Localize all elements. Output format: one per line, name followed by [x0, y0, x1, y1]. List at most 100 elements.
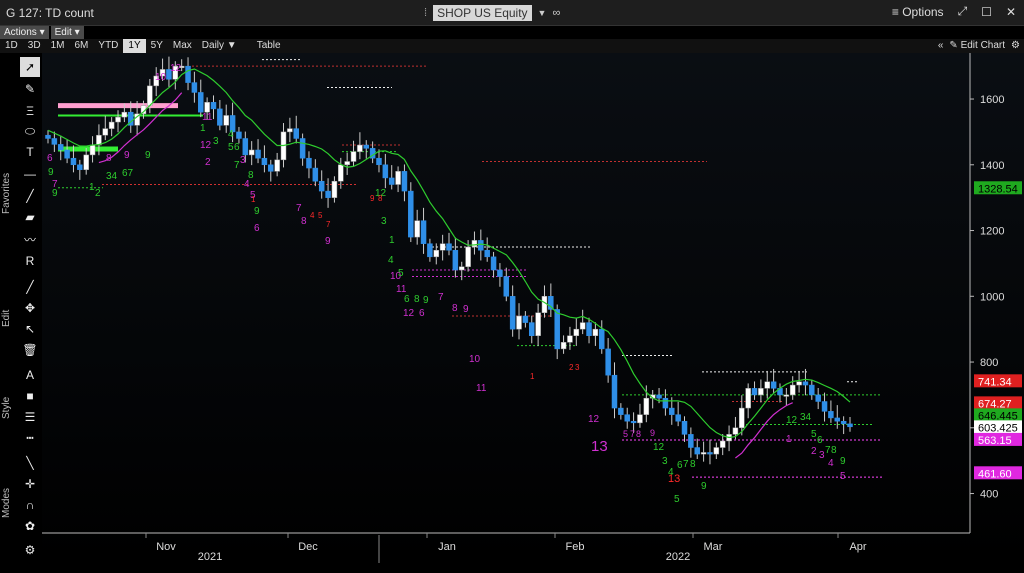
- range-ytd[interactable]: YTD: [93, 39, 123, 53]
- candle: [522, 315, 529, 323]
- candle: [223, 115, 229, 126]
- candle: [535, 312, 541, 336]
- popout-icon[interactable]: ⤢: [958, 4, 968, 19]
- edit-chart-button[interactable]: ✎ Edit Chart: [949, 39, 1005, 53]
- td-count-label: 8: [301, 216, 307, 227]
- y-tick-label: 400: [980, 489, 998, 501]
- horizontal-line-icon[interactable]: —: [20, 164, 40, 184]
- collapse-icon[interactable]: «: [938, 39, 944, 53]
- ticker-input[interactable]: SHOP US Equity: [433, 5, 532, 21]
- range-5y[interactable]: 5Y: [146, 39, 168, 53]
- font-icon[interactable]: A: [20, 365, 40, 385]
- select-icon[interactable]: ↖: [20, 319, 40, 339]
- table-button[interactable]: Table: [252, 39, 286, 53]
- candle: [191, 82, 198, 93]
- x-month-label: Apr: [849, 541, 866, 553]
- td-count-label: 7: [296, 203, 302, 214]
- td-count-label: 2: [95, 188, 101, 199]
- td-count-label: 8: [452, 303, 458, 314]
- y-tick-label: 1000: [980, 291, 1004, 303]
- trash-icon[interactable]: 🗑: [20, 340, 40, 360]
- candle: [268, 164, 274, 172]
- fibonacci-icon[interactable]: Ξ: [20, 101, 40, 121]
- range-1d[interactable]: 1D: [0, 39, 23, 53]
- annotate-icon[interactable]: ✎: [20, 79, 40, 99]
- x-month-label: Jan: [438, 541, 456, 553]
- candle: [796, 381, 802, 386]
- candle: [567, 335, 573, 343]
- wave-icon[interactable]: 〰: [20, 229, 40, 249]
- link-icon[interactable]: ∞: [552, 7, 560, 19]
- brush-icon[interactable]: ╱: [20, 277, 40, 297]
- td-count-label: 6: [234, 142, 240, 153]
- candle: [599, 328, 605, 350]
- settings-gear-icon[interactable]: ⚙: [1011, 39, 1020, 53]
- line-width-icon[interactable]: ☰: [20, 407, 40, 427]
- td-count-label: 12: [653, 442, 665, 453]
- window-title: G 127: TD count: [6, 6, 94, 20]
- chart-area[interactable]: 4006008001000120014001600NovDecJanFebMar…: [42, 53, 1024, 563]
- magnet-icon[interactable]: ∩: [20, 495, 40, 515]
- range-3d[interactable]: 3D: [23, 39, 46, 53]
- chevron-down-icon[interactable]: ▼: [538, 8, 547, 18]
- price-chart[interactable]: 4006008001000120014001600NovDecJanFebMar…: [42, 53, 1024, 563]
- channel-icon[interactable]: ▰: [20, 207, 40, 227]
- candle: [592, 328, 599, 336]
- palette-icon[interactable]: ✿: [20, 516, 40, 536]
- pencil-icon: ✎: [949, 40, 958, 51]
- candle: [669, 407, 675, 415]
- ellipse-icon[interactable]: ⬭: [20, 121, 40, 141]
- edit-menu[interactable]: Edit ▾: [50, 26, 84, 39]
- candle: [242, 138, 249, 156]
- range-max[interactable]: Max: [168, 39, 197, 53]
- td-count-label: 1: [251, 195, 256, 204]
- candle: [694, 447, 700, 455]
- draw-mode-icon[interactable]: ╲: [20, 453, 40, 473]
- title-bar: G 127: TD count ⁞ SHOP US Equity ▼ ∞ ≡ O…: [0, 0, 1024, 26]
- td-count-label: 5: [674, 494, 680, 505]
- line-style-icon[interactable]: ┅: [20, 428, 40, 448]
- candle: [560, 342, 567, 350]
- candle: [579, 322, 586, 330]
- candle: [255, 149, 261, 159]
- crosshair-icon[interactable]: ✛: [20, 474, 40, 494]
- candle: [452, 250, 459, 271]
- td-count-label: 5: [840, 471, 846, 482]
- trendline-icon[interactable]: ╱: [20, 186, 40, 206]
- candle: [516, 315, 522, 330]
- pointer-icon[interactable]: ➚: [20, 57, 40, 77]
- candle: [465, 246, 471, 267]
- td-count-label: 4: [244, 179, 250, 190]
- x-month-label: Dec: [298, 541, 318, 553]
- ticker-selector[interactable]: ⁞ SHOP US Equity ▼ ∞: [424, 5, 560, 21]
- actions-menu[interactable]: Actions ▾: [0, 26, 49, 39]
- range-bar: 1D 3D 1M 6M YTD 1Y 5Y Max Daily ▼ Table …: [0, 39, 1024, 53]
- candle: [821, 401, 828, 412]
- fill-color-icon[interactable]: ■: [20, 386, 40, 406]
- move-icon[interactable]: ✥: [20, 298, 40, 318]
- candle: [108, 121, 115, 129]
- options-menu[interactable]: ≡ Options: [892, 5, 944, 19]
- td-count-label: 9: [52, 188, 58, 199]
- td-count-label: 6: [47, 153, 53, 164]
- r-tool-icon[interactable]: R: [20, 251, 40, 271]
- gear-icon[interactable]: ⚙: [20, 540, 40, 560]
- range-1m[interactable]: 1M: [46, 39, 70, 53]
- candle: [439, 243, 446, 251]
- text-tool-icon[interactable]: T: [20, 142, 40, 162]
- range-1y[interactable]: 1Y: [123, 39, 146, 53]
- candle: [656, 394, 662, 399]
- candle: [700, 452, 707, 455]
- close-icon[interactable]: ✕: [1006, 5, 1016, 19]
- td-count-label: 12: [786, 415, 798, 426]
- x-year-label: 2022: [666, 551, 690, 563]
- candle: [45, 134, 51, 139]
- frequency-dropdown[interactable]: Daily ▼: [197, 39, 242, 53]
- td-count-label: 10: [469, 354, 481, 365]
- maximize-icon[interactable]: ☐: [981, 5, 992, 19]
- price-tag-label: 563.15: [978, 435, 1012, 447]
- drag-grip-icon[interactable]: ⁞: [424, 7, 427, 19]
- candle: [210, 102, 217, 110]
- candle: [287, 128, 293, 133]
- range-6m[interactable]: 6M: [70, 39, 94, 53]
